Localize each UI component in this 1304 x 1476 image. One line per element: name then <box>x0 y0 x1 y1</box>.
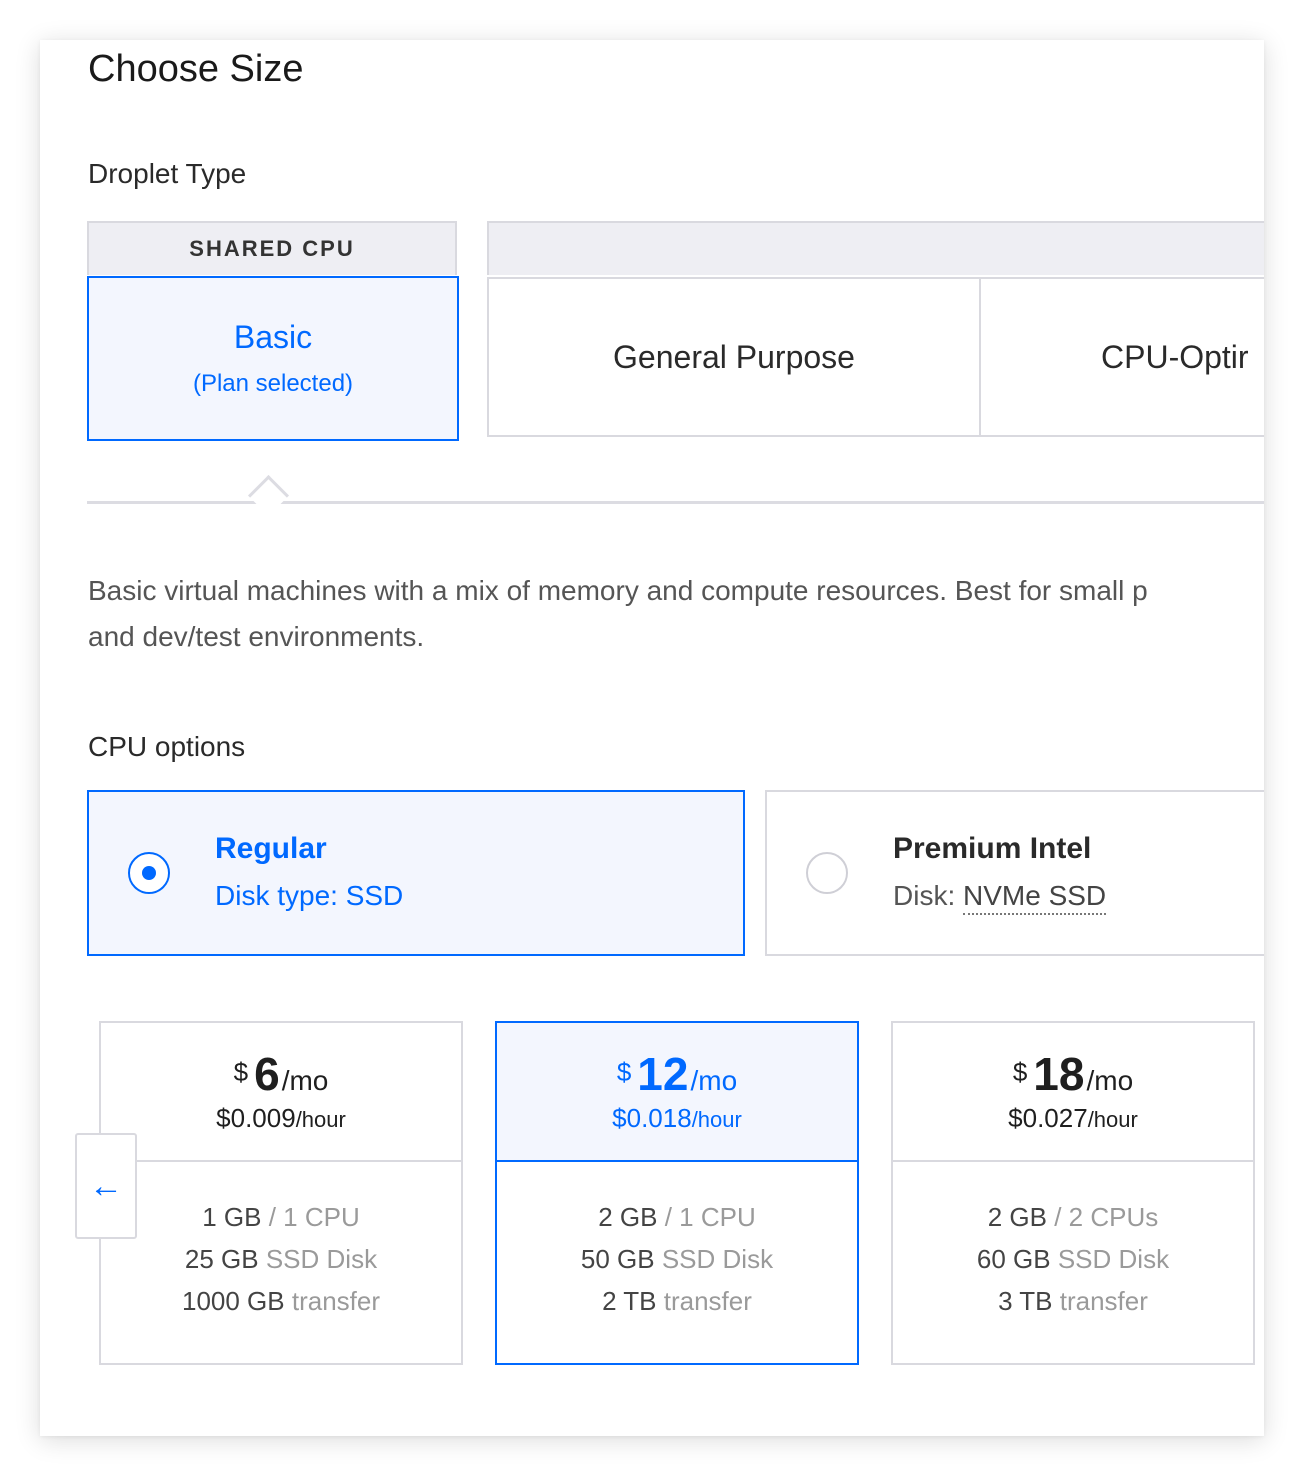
description-line-2: and dev/test environments. <box>88 621 425 652</box>
cpu-option-regular[interactable]: Regular Disk type: SSD <box>87 790 745 956</box>
spec-disk-size: 60 GB <box>976 1244 1051 1274</box>
droplet-type-general-purpose[interactable]: General Purpose <box>487 277 981 437</box>
cpu-option-name: Premium Intel <box>893 832 1092 865</box>
hourly-unit: /hour <box>295 1107 346 1132</box>
currency-symbol: $ <box>616 1057 632 1087</box>
plan-card[interactable]: $ 18 /mo $0.027/hour 2 GB / 2 CPUs 60 GB… <box>891 1021 1255 1365</box>
cpu-option-disk-type: Disk type: SSD <box>215 880 404 911</box>
spec-cpu: / 1 CPU <box>268 1202 360 1232</box>
scroll-left-button[interactable]: ← <box>75 1133 137 1239</box>
spec-transfer-label: transfer <box>291 1286 381 1316</box>
spec-disk-size: 25 GB <box>184 1244 259 1274</box>
spec-memory: 1 GB <box>202 1202 262 1232</box>
disk-prefix: Disk: <box>893 880 963 911</box>
droplet-type-description: Basic virtual machines with a mix of mem… <box>88 568 1264 660</box>
spec-disk-size: 50 GB <box>580 1244 655 1274</box>
monthly-price: $ 6 /mo <box>234 1049 329 1099</box>
cpu-optimized-label: CPU-Optir <box>1101 338 1249 375</box>
price-amount: 12 <box>637 1048 689 1100</box>
hourly-price: $0.009/hour <box>216 1103 346 1134</box>
radio-unselected-icon[interactable] <box>806 852 848 894</box>
cpu-option-name: Regular <box>215 832 327 865</box>
hourly-price: $0.027/hour <box>1008 1103 1138 1134</box>
price-amount: 18 <box>1033 1048 1085 1100</box>
plan-card-selected[interactable]: $ 12 /mo $0.018/hour 2 GB / 1 CPU 50 GB … <box>495 1021 859 1365</box>
hourly-unit: /hour <box>691 1107 742 1132</box>
plan-selected-label: (Plan selected) <box>192 370 354 397</box>
spec-transfer-size: 3 TB <box>998 1286 1053 1316</box>
price-period: /mo <box>1086 1065 1134 1096</box>
spec-transfer-size: 1000 GB <box>181 1286 285 1316</box>
nvme-ssd-tooltip-term[interactable]: NVMe SSD <box>963 880 1107 915</box>
cpu-options-heading: CPU options <box>88 731 246 762</box>
plan-specs: 2 GB / 1 CPU 50 GB SSD Disk 2 TB transfe… <box>497 1162 857 1322</box>
spec-transfer-label: transfer <box>1059 1286 1148 1316</box>
plan-specs: 2 GB / 2 CPUs 60 GB SSD Disk 3 TB transf… <box>893 1162 1253 1322</box>
currency-symbol: $ <box>233 1057 249 1087</box>
basic-label: Basic <box>233 319 313 355</box>
hourly-price: $0.018/hour <box>612 1103 742 1134</box>
spec-transfer-size: 2 TB <box>602 1286 657 1316</box>
radio-selected-icon[interactable] <box>128 852 170 894</box>
currency-symbol: $ <box>1012 1057 1028 1087</box>
droplet-type-basic[interactable]: Basic (Plan selected) <box>87 276 459 441</box>
plan-card[interactable]: $ 6 /mo $0.009/hour 1 GB / 1 CPU 25 GB S… <box>99 1021 463 1365</box>
spec-disk-label: SSD Disk <box>661 1244 774 1274</box>
spec-cpu: / 1 CPU <box>664 1202 756 1232</box>
hourly-amount: $0.027 <box>1008 1103 1088 1133</box>
cpu-option-premium-intel[interactable]: Premium Intel Disk: NVMe SSD <box>765 790 1264 956</box>
cpu-option-disk-type: Disk: NVMe SSD <box>893 880 1107 915</box>
selection-caret <box>247 474 290 517</box>
hourly-amount: $0.018 <box>612 1103 692 1133</box>
shared-cpu-header: SHARED CPU <box>87 221 457 275</box>
plan-specs: 1 GB / 1 CPU 25 GB SSD Disk 1000 GB tran… <box>101 1162 461 1322</box>
arrow-left-icon: ← <box>89 1166 123 1205</box>
spec-memory: 2 GB <box>987 1202 1047 1232</box>
monthly-price: $ 12 /mo <box>617 1049 737 1099</box>
page-title: Choose Size <box>88 48 304 90</box>
spec-transfer-label: transfer <box>663 1286 752 1316</box>
general-purpose-label: General Purpose <box>613 338 855 375</box>
droplet-type-heading: Droplet Type <box>88 158 247 189</box>
plan-price: $ 18 /mo $0.027/hour <box>893 1023 1253 1162</box>
description-line-1: Basic virtual machines with a mix of mem… <box>88 575 1148 606</box>
price-period: /mo <box>690 1065 738 1096</box>
monthly-price: $ 18 /mo <box>1013 1049 1133 1099</box>
spec-cpu: / 2 CPUs <box>1054 1202 1159 1232</box>
spec-memory: 2 GB <box>598 1202 658 1232</box>
hourly-amount: $0.009 <box>216 1103 296 1133</box>
hourly-unit: /hour <box>1087 1107 1138 1132</box>
droplet-type-cpu-optimized[interactable]: CPU-Optir <box>979 277 1264 437</box>
choose-size-card: Choose Size Droplet Type SHARED CPU Basi… <box>40 40 1264 1436</box>
price-amount: 6 <box>254 1048 280 1100</box>
price-period: /mo <box>281 1065 329 1096</box>
spec-disk-label: SSD Disk <box>1057 1244 1170 1274</box>
plan-price: $ 6 /mo $0.009/hour <box>101 1023 461 1162</box>
plan-price: $ 12 /mo $0.018/hour <box>497 1023 857 1162</box>
dedicated-cpu-header <box>487 221 1264 275</box>
spec-disk-label: SSD Disk <box>265 1244 378 1274</box>
